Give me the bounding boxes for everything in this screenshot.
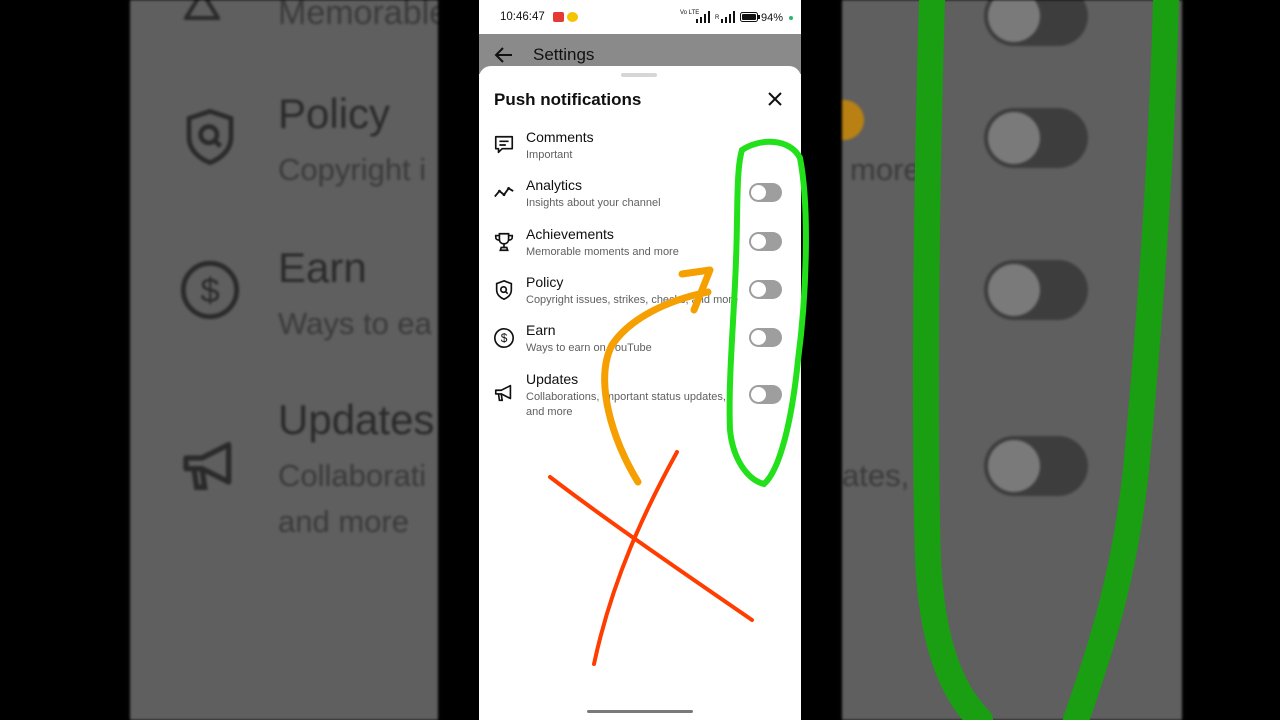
policy-shield-icon xyxy=(186,108,234,166)
drag-handle[interactable] xyxy=(621,73,657,77)
back-arrow-icon[interactable] xyxy=(494,46,514,64)
push-notifications-sheet: Push notifications Comments Important An… xyxy=(479,66,801,720)
item-label: Updates xyxy=(526,371,579,387)
item-label: Achievements xyxy=(526,226,614,242)
bg-earn-title: Earn xyxy=(278,244,367,291)
background-right-panel: more ates, xyxy=(842,0,1182,720)
bg-toggle xyxy=(984,108,1088,168)
bg-updates-sub: Collaborati xyxy=(278,458,427,493)
bg-toggle xyxy=(984,0,1088,46)
achievements-toggle[interactable] xyxy=(749,232,782,251)
megaphone-icon xyxy=(183,442,232,490)
item-description: Collaborations, important status updates… xyxy=(526,391,726,418)
close-icon[interactable] xyxy=(765,89,785,109)
dollar-icon: $ xyxy=(494,328,514,348)
sheet-title: Push notifications xyxy=(494,90,642,109)
bg-updates-title: Updates xyxy=(278,396,435,443)
item-description: Memorable moments and more xyxy=(526,246,679,258)
header-title: Settings xyxy=(533,45,595,64)
megaphone-icon xyxy=(494,384,512,402)
comment-icon xyxy=(494,135,514,154)
gesture-nav-bar[interactable] xyxy=(587,710,693,713)
bg-more-text: more xyxy=(850,152,921,187)
youtube-notification-icon xyxy=(553,12,564,22)
bolt-notification-icon xyxy=(567,12,578,22)
item-description: Important xyxy=(526,149,573,161)
item-description: Insights about your channel xyxy=(526,197,661,209)
svg-text:$: $ xyxy=(501,331,508,345)
bg-toggle xyxy=(984,260,1088,320)
background-left-panel: Memorable Policy Copyright i $ Earn Ways… xyxy=(130,0,438,720)
bg-orange-blur xyxy=(842,100,864,140)
phone-screen: 10:46:47 Vo LTE R 94% Settings Push noti… xyxy=(479,0,801,720)
bg-policy-sub: Copyright i xyxy=(278,152,427,187)
analytics-icon xyxy=(494,186,514,198)
signal-icon xyxy=(721,11,735,23)
policy-shield-icon xyxy=(495,279,513,301)
status-time: 10:46:47 xyxy=(500,11,545,23)
item-label: Earn xyxy=(526,322,556,338)
bg-policy-title: Policy xyxy=(278,90,391,137)
earn-toggle[interactable] xyxy=(749,328,782,347)
roaming-label: R xyxy=(715,15,720,21)
bg-memorable: Memorable xyxy=(278,0,438,32)
analytics-toggle[interactable] xyxy=(749,183,782,202)
status-bar: 10:46:47 Vo LTE R 94% xyxy=(479,0,801,34)
item-label: Analytics xyxy=(526,177,583,193)
signal-icon xyxy=(696,11,710,23)
svg-text:$: $ xyxy=(200,272,219,310)
item-description: Copyright issues, strikes, checks, and m… xyxy=(526,294,739,306)
bg-earn-sub: Ways to ea xyxy=(278,306,432,341)
battery-percent: 94% xyxy=(761,12,784,24)
dot-indicator xyxy=(789,16,793,20)
item-label: Comments xyxy=(526,129,594,145)
trophy-icon xyxy=(494,232,514,252)
warning-icon xyxy=(184,0,220,20)
item-label: Policy xyxy=(526,274,564,290)
bg-updates-text: ates, xyxy=(842,458,910,493)
bg-updates-sub2: and more xyxy=(278,504,409,539)
dollar-icon: $ xyxy=(180,260,240,320)
policy-toggle[interactable] xyxy=(749,280,782,299)
battery-icon xyxy=(740,12,760,22)
bg-toggle xyxy=(984,436,1088,496)
updates-toggle[interactable] xyxy=(749,385,782,404)
item-description: Ways to earn on YouTube xyxy=(526,342,652,354)
